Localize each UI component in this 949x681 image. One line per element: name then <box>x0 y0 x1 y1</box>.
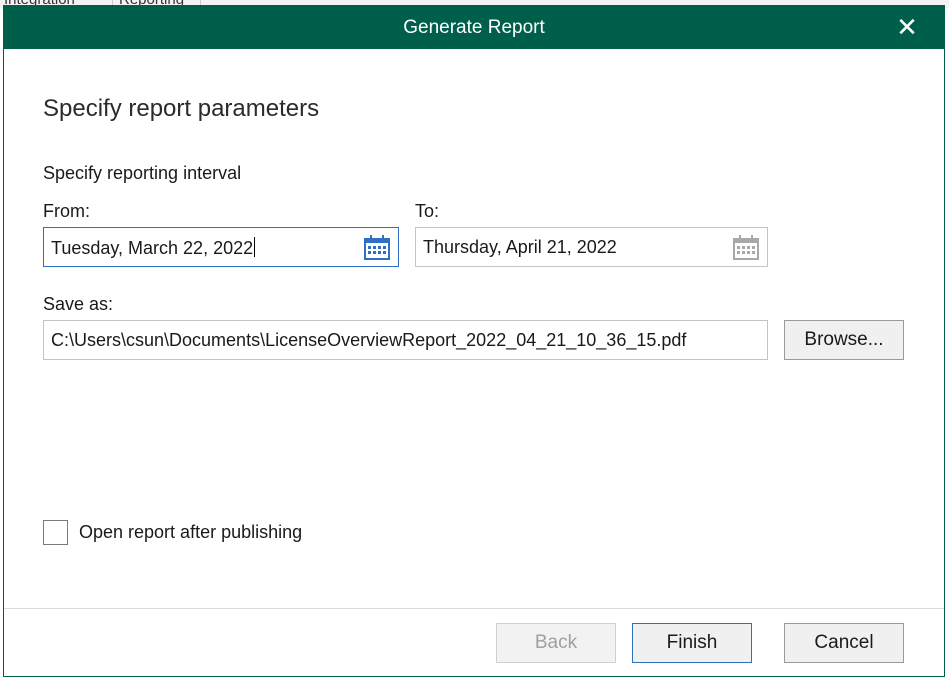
generate-report-dialog: Generate Report ✕ Specify report paramet… <box>3 5 945 677</box>
finish-button[interactable]: Finish <box>632 623 752 663</box>
dialog-title: Generate Report <box>403 17 545 38</box>
browse-button[interactable]: Browse... <box>784 320 904 360</box>
save-as-path-input[interactable]: C:\Users\csun\Documents\LicenseOverviewR… <box>43 320 768 360</box>
open-report-label[interactable]: Open report after publishing <box>79 522 302 543</box>
from-label: From: <box>43 201 90 221</box>
to-date-picker[interactable]: Thursday, April 21, 2022 <box>415 227 768 267</box>
open-report-checkbox[interactable] <box>43 520 68 545</box>
calendar-icon[interactable] <box>364 235 390 260</box>
save-as-label: Save as: <box>43 294 114 314</box>
dialog-titlebar: Generate Report ✕ <box>4 6 944 49</box>
calendar-icon[interactable] <box>733 235 759 260</box>
text-caret <box>254 237 256 257</box>
reporting-interval-label: Specify reporting interval <box>43 163 242 183</box>
cancel-button[interactable]: Cancel <box>784 623 904 663</box>
close-button[interactable]: ✕ <box>892 12 922 42</box>
page-heading: Specify report parameters <box>43 95 320 122</box>
to-date-value: Thursday, April 21, 2022 <box>423 237 617 257</box>
to-label: To: <box>415 201 440 221</box>
footer-divider <box>4 608 944 609</box>
from-date-picker[interactable]: Tuesday, March 22, 2022 <box>43 227 399 267</box>
from-date-value: Tuesday, March 22, 2022 <box>51 238 254 258</box>
close-icon: ✕ <box>896 12 918 42</box>
save-as-path-value: C:\Users\csun\Documents\LicenseOverviewR… <box>51 330 687 350</box>
back-button[interactable]: Back <box>496 623 616 663</box>
